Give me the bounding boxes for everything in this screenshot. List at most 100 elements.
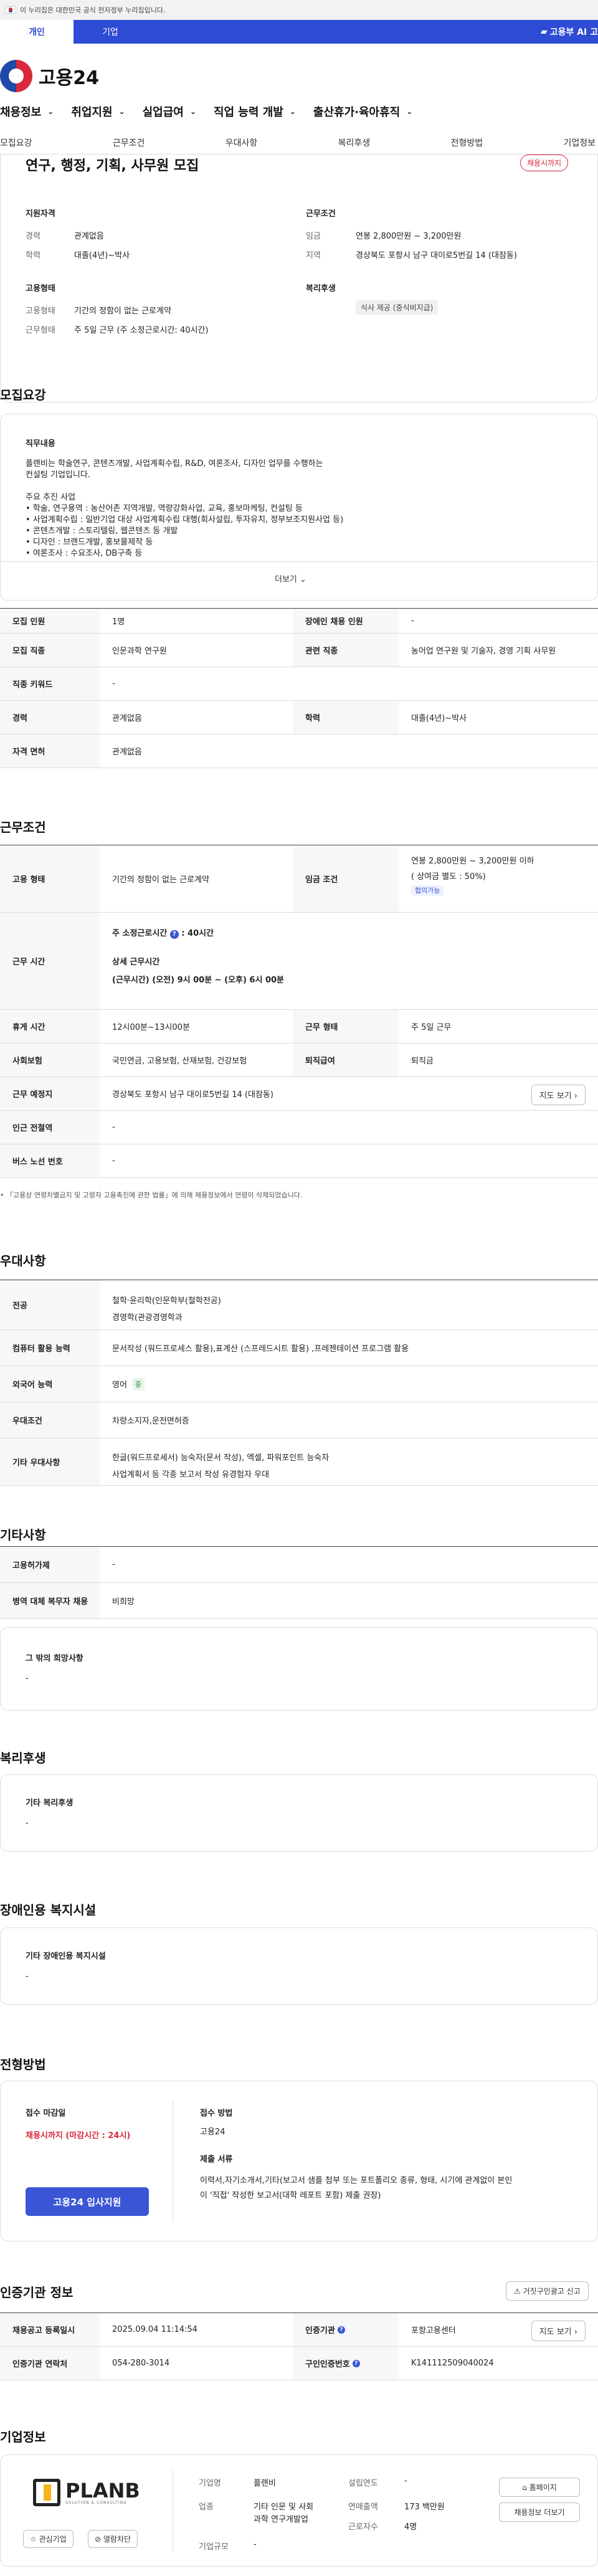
info-icon[interactable]: ? xyxy=(337,2326,345,2334)
more-jobs-button[interactable]: 채용정보 더보기 xyxy=(499,2502,580,2522)
major-1: 철학·윤리학(인문학부(철학전공) xyxy=(112,1296,221,1306)
info-icon[interactable]: ? xyxy=(352,2359,360,2367)
tab-conditions[interactable]: 근무조건 xyxy=(113,136,145,149)
exp-value: 관계없음 xyxy=(74,232,104,241)
report-button[interactable]: ⚠ 거짓구인광고 신고 xyxy=(506,2281,589,2301)
tab-recruit[interactable]: 모집요강 xyxy=(0,136,32,149)
main-projects-title: 주요 추진 사업 xyxy=(26,493,76,502)
process-heading: 전형방법 xyxy=(0,2057,46,2072)
table-row: 경력 관계없음 학력 대졸(4년)~박사 xyxy=(0,701,598,734)
agency-table: 채용공고 등록일시 2025.09.04 11:14:54 인증기관 ? 포항고… xyxy=(0,2312,598,2380)
tab-company[interactable]: 기업 xyxy=(74,20,147,44)
star-icon: ☆ xyxy=(30,2535,37,2544)
chevron-down-icon: ⌄ xyxy=(189,107,196,116)
work-label: 근무형태 xyxy=(26,326,55,335)
table-row: 외국어 능력 영어 중 xyxy=(0,1366,598,1402)
nav-leave[interactable]: 출산휴가·육아휴직 ⌄ xyxy=(313,103,412,120)
region-label: 지역 xyxy=(306,251,321,260)
docs-label: 제출 서류 xyxy=(200,2155,233,2164)
nav-support[interactable]: 취업지원 ⌄ xyxy=(71,103,125,120)
lang-level-chip: 중 xyxy=(131,1377,145,1390)
table-row: 모집 직종 인문과학 연구원 관련 직종 농어업 연구원 및 기술자, 경영 기… xyxy=(0,634,598,667)
wage-value: 연봉 2,800만원 ~ 3,200만원 xyxy=(356,232,462,241)
apply-button[interactable]: 고용24 입사지원 xyxy=(26,2187,149,2216)
logo-mark-icon xyxy=(33,2479,60,2506)
tab-personal[interactable]: 개인 xyxy=(0,20,74,44)
cell-value: 기간의 정함이 없는 근로계약 xyxy=(112,875,209,885)
sales-value: 173 백만원 xyxy=(404,2502,445,2512)
block-button[interactable]: ⊘ 열람차단 xyxy=(88,2530,138,2548)
tab-welfare[interactable]: 복리후생 xyxy=(338,136,371,149)
cell-value: - xyxy=(112,679,115,688)
ai-link-label: 고용부 AI 고 xyxy=(549,27,598,37)
table-row: 사회보험 국민연금, 고용보험, 산재보험, 건강보험 퇴직급여 퇴직금 xyxy=(0,1043,598,1077)
deadline-badge: 채용시까지 xyxy=(520,154,569,171)
size-value: - xyxy=(254,2540,257,2549)
name-value: 플랜비 xyxy=(254,2479,276,2488)
cell-key: 모집 직종 xyxy=(0,634,100,667)
tab-company[interactable]: 기업정보 xyxy=(563,136,596,149)
user-type-tabs: 개인 기업 ▰ 고용부 AI 고 xyxy=(0,20,598,44)
conditions-table: 고용 형태 기간의 정함이 없는 근로계약 임금 조건 연봉 2,800만원 ~… xyxy=(0,845,598,1178)
recruit-heading: 모집요강 xyxy=(0,387,46,402)
welfare-box: 기타 복리후생 - xyxy=(0,1774,598,1851)
sales-key: 연매출액 xyxy=(348,2502,378,2512)
homepage-label: 홈페이지 xyxy=(529,2483,557,2492)
cell-key: 인증기관 연락처 xyxy=(0,2347,100,2380)
company-logo: PLANB SOLUTION & CONSULTING xyxy=(33,2474,145,2511)
cell-value: 차량소지자,운전면허증 xyxy=(112,1417,189,1426)
company-heading: 기업정보 xyxy=(0,2430,46,2445)
chevron-down-icon: ⌄ xyxy=(289,107,296,116)
project-item: • 디자인 : 브랜드개발, 홍보물제작 등 xyxy=(26,538,153,547)
info-icon[interactable]: ? xyxy=(169,930,179,939)
site-logo[interactable]: 고용24 xyxy=(0,60,99,92)
cell-value: 비희망 xyxy=(112,1597,135,1607)
nav-training[interactable]: 직업 능력 개발 ⌄ xyxy=(214,103,296,120)
etc-cell: 한글(워드프로세서) 능숙자(문서 작성), 엑셀, 파워포인트 능숙자 사업계… xyxy=(100,1438,598,1485)
block-label: 열람차단 xyxy=(103,2535,131,2544)
major-2: 경영학(관광경영학과 xyxy=(112,1313,183,1323)
cell-key: 인증기관 ? xyxy=(293,2313,399,2346)
job-title: 연구, 행정, 기획, 사무원 모집 xyxy=(26,158,199,174)
cell-value: 관계없음 xyxy=(112,714,142,723)
negotiable-chip: 협의가능 xyxy=(411,885,444,896)
work-value: 주 5일 근무 (주 소정근로시간: 40시간) xyxy=(74,326,209,335)
cell-value: - xyxy=(112,1123,115,1132)
recruit-table: 모집 인원 1명 장애인 채용 인원 - 모집 직종 인문과학 연구원 관련 직… xyxy=(0,608,598,768)
disabled-heading: 장애인용 복지시설 xyxy=(0,1903,97,1918)
size-key: 기업규모 xyxy=(199,2542,229,2552)
cond-title: 근무조건 xyxy=(306,209,336,219)
weekly-hours-value: : 40시간 xyxy=(181,929,214,938)
nav-jobs[interactable]: 채용정보 ⌄ xyxy=(0,103,54,120)
ai-link[interactable]: ▰ 고용부 AI 고 xyxy=(541,20,598,44)
map-button[interactable]: 지도 보기 › xyxy=(531,1085,586,1105)
table-row: 버스 노선 번호 - xyxy=(0,1144,598,1178)
map-button[interactable]: 지도 보기 › xyxy=(531,2321,586,2341)
korea-flag-icon xyxy=(5,6,16,14)
cell-key: 기타 우대사항 xyxy=(0,1438,100,1485)
nav-training-label: 직업 능력 개발 xyxy=(213,106,283,119)
nav-unemployment[interactable]: 실업급여 ⌄ xyxy=(143,103,196,120)
cell-value: 대졸(4년)~박사 xyxy=(411,714,467,723)
disabled-box-value: - xyxy=(26,1972,29,1981)
cell-key: 직종 키워드 xyxy=(0,667,100,700)
chevron-down-icon: ⌄ xyxy=(47,107,54,116)
more-button[interactable]: 더보기 ⌄ xyxy=(275,573,306,584)
favorite-button[interactable]: ☆ 관심기업 xyxy=(23,2530,74,2548)
table-row: 근무 예정지 경상북도 포항시 남구 대이로5번길 14 (대잠동) 지도 보기… xyxy=(0,1077,598,1111)
emp-value: 기간의 정함이 없는 근로계약 xyxy=(74,307,171,316)
est-key: 설립연도 xyxy=(348,2479,378,2488)
preference-table: 전공 철학·윤리학(인문학부(철학전공) 경영학(관광경영학과 컴퓨터 활용 능… xyxy=(0,1280,598,1486)
tab-preference[interactable]: 우대사항 xyxy=(225,136,258,149)
homepage-button[interactable]: ⌂ 홈페이지 xyxy=(499,2478,580,2497)
cell-key: 장애인 채용 인원 xyxy=(293,609,399,633)
table-row: 기타 우대사항 한글(워드프로세서) 능숙자(문서 작성), 엑셀, 파워포인트… xyxy=(0,1438,598,1486)
cell-value: 문서작성 (워드프로세스 활용),표계산 (스프레드시트 활용) ,프레젠테이션… xyxy=(112,1344,409,1354)
cell-value: 054-280-3014 xyxy=(112,2359,170,2368)
cell-value: 1명 xyxy=(112,617,125,627)
tab-process[interactable]: 전형방법 xyxy=(451,136,483,149)
region-value: 경상북도 포항시 남구 대이로5번길 14 (대잠동) xyxy=(356,251,517,260)
wage-cell: 연봉 2,800만원 ~ 3,200만원 이하 ( 상여금 별도 : 50%) … xyxy=(399,845,598,912)
cell-key: 학력 xyxy=(293,701,399,734)
cell-key: 전공 xyxy=(0,1280,100,1329)
